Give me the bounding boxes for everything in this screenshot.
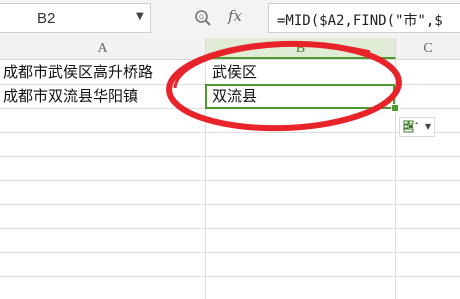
zoom-icon[interactable]: Q [194,9,212,27]
column-header-a[interactable]: A [0,38,206,59]
cell-b1[interactable]: 武侯区 [212,60,392,84]
cell-a1[interactable]: 成都市武侯区高升桥路 [3,60,205,84]
active-cell-border [205,84,395,109]
grid-line [0,276,460,277]
paste-options-icon [403,120,418,133]
grid-line [0,132,460,133]
column-headers: A B C [0,38,460,60]
cell-a2[interactable]: 成都市双流县华阳镇 [3,84,205,108]
paste-options-button[interactable]: ▼ [399,117,435,137]
grid-line [0,204,460,205]
grid-line [395,60,396,299]
chevron-down-icon: ▼ [425,122,432,131]
name-box-value: B2 [37,10,56,27]
column-header-b[interactable]: B [206,38,396,59]
chevron-down-icon[interactable]: ▼ [136,11,144,22]
grid-line [0,252,460,253]
svg-text:Q: Q [199,14,204,21]
column-header-c[interactable]: C [396,38,460,59]
formula-input[interactable]: =MID($A2,FIND("市",$ [268,3,460,33]
fill-handle[interactable] [391,104,399,112]
grid-line [0,180,460,181]
grid-line [0,228,460,229]
fx-icon[interactable]: fx [228,7,242,25]
formula-bar: B2 ▼ Q fx =MID($A2,FIND("市",$ [0,0,460,39]
formula-text: =MID($A2,FIND("市",$ [277,13,443,29]
grid-line [0,156,460,157]
spreadsheet-window: B2 ▼ Q fx =MID($A2,FIND("市",$ A B C 成都市武… [0,0,460,299]
name-box[interactable]: B2 ▼ [0,3,151,33]
cell-grid: 成都市武侯区高升桥路 武侯区 成都市双流县华阳镇 双流县 ▼ [0,60,460,299]
